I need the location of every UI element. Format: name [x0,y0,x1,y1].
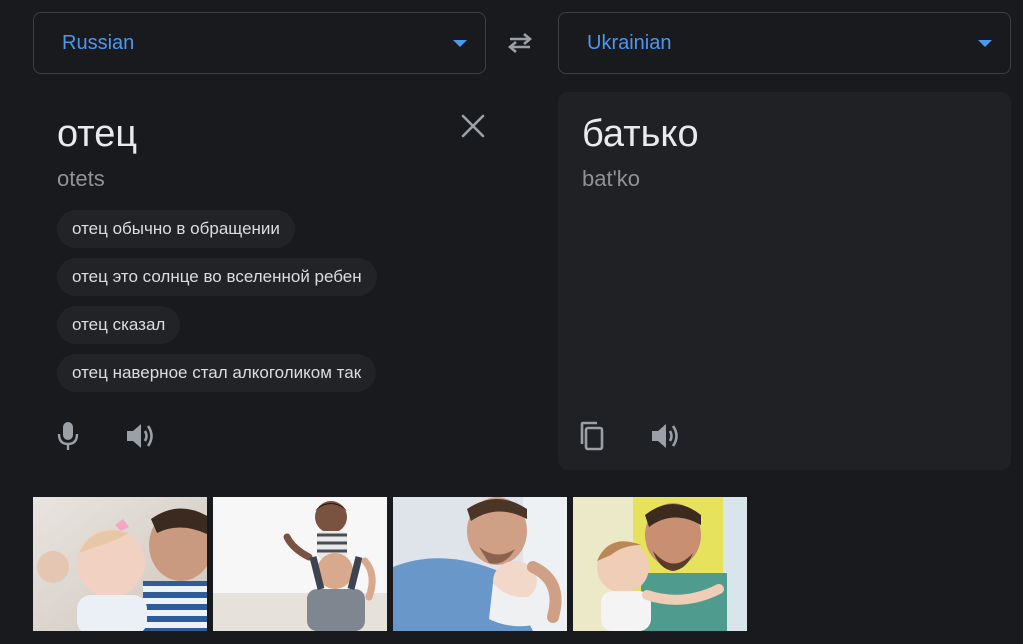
father-daughter-photo [33,497,207,631]
listen-button[interactable] [122,418,158,454]
microphone-button[interactable] [50,418,86,454]
speaker-icon [652,424,678,448]
chevron-down-icon [453,39,467,47]
father-newborn-photo [393,497,567,631]
swap-icon [507,33,533,53]
father-hugging-child-photo [573,497,747,631]
father-son-shoulders-photo [213,497,387,631]
target-transliteration: bat'ko [582,166,641,191]
suggestion-chip[interactable]: отец это солнце во вселенной ребен [57,258,377,296]
chevron-down-icon [978,39,992,47]
suggestion-list: отец обычно в обращении отец это солнце … [57,210,377,392]
source-language-select[interactable]: Russian [33,12,486,74]
target-language-select[interactable]: Ukrainian [558,12,1011,74]
image-thumbnail[interactable] [573,497,747,631]
image-thumbnail[interactable] [393,497,567,631]
target-language-label: Ukrainian [587,31,672,54]
copy-button[interactable] [574,418,610,454]
source-text[interactable]: отец [57,112,137,156]
image-thumbnail[interactable] [33,497,207,631]
speaker-icon [127,424,153,448]
suggestion-chip[interactable]: отец наверное стал алкоголиком так [57,354,377,392]
suggestion-chip[interactable]: отец сказал [57,306,181,344]
source-panel: отец otets отец обычно в обращении отец … [33,92,543,470]
image-thumbnail[interactable] [213,497,387,631]
target-panel: батько bat'ko [558,92,1011,470]
translated-text: батько [582,113,699,155]
source-language-label: Russian [62,31,135,54]
microphone-icon [57,422,79,450]
swap-languages-button[interactable] [503,30,537,56]
suggestion-chip[interactable]: отец обычно в обращении [57,210,295,248]
source-transliteration: otets [57,166,105,191]
image-results [33,497,747,631]
copy-icon [580,421,604,451]
listen-button[interactable] [647,418,683,454]
clear-button[interactable] [459,112,487,140]
close-icon [461,114,485,138]
